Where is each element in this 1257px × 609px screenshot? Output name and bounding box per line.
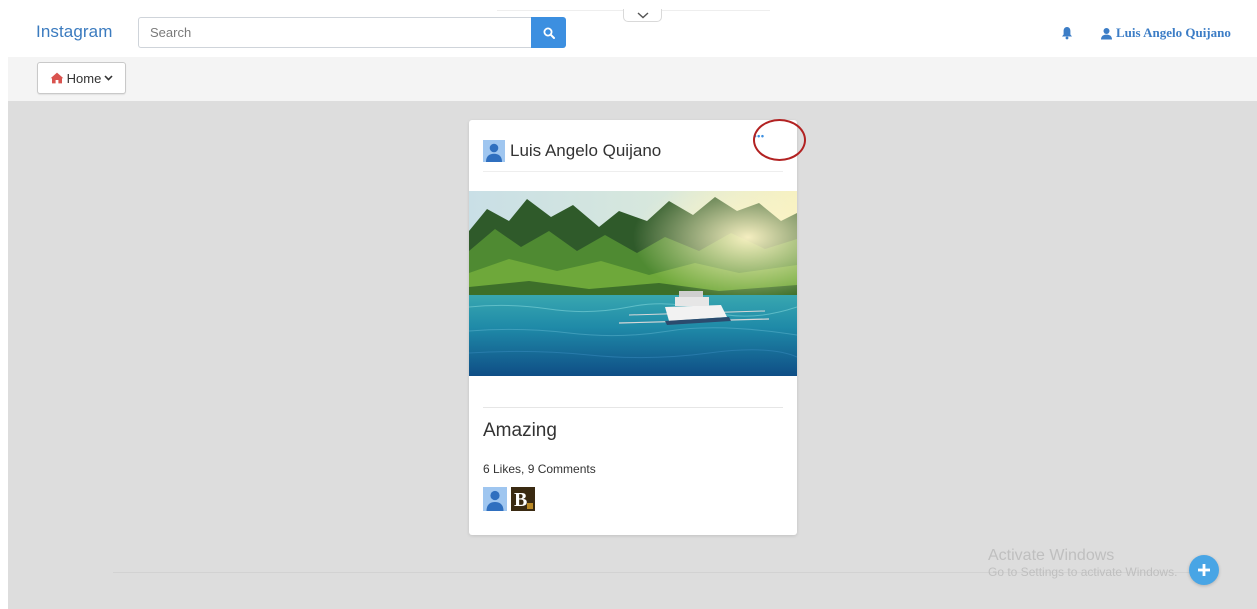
post-options-button[interactable]: •••: [749, 129, 769, 143]
liker-avatar[interactable]: [483, 487, 507, 511]
b-logo-avatar: B: [511, 487, 535, 511]
post-card: Luis Angelo Quijano ••• Amazing 6 Likes,…: [469, 120, 797, 535]
lagoon-with-boat-photo: [469, 191, 797, 376]
add-post-button[interactable]: [1189, 555, 1219, 585]
collapse-toggle[interactable]: [623, 9, 662, 22]
search-input[interactable]: [138, 17, 531, 48]
home-dropdown-button[interactable]: Home: [37, 62, 126, 94]
post-divider: [483, 407, 783, 408]
author-avatar[interactable]: [483, 140, 505, 162]
search-icon: [543, 27, 555, 39]
sub-navbar: Home: [8, 57, 1257, 101]
activation-watermark: Activate Windows Go to Settings to activ…: [988, 546, 1177, 580]
plus-icon: [1198, 564, 1210, 576]
bell-icon: [1062, 27, 1072, 40]
search-bar: [138, 17, 566, 48]
post-header-divider: [483, 171, 783, 172]
post-stats[interactable]: 6 Likes, 9 Comments: [483, 462, 596, 476]
user-profile-link[interactable]: Luis Angelo Quijano: [1100, 25, 1231, 41]
top-navbar: Instagram Luis Angelo Quijano: [0, 0, 1257, 57]
user-avatar-icon: [486, 490, 504, 511]
post-author[interactable]: Luis Angelo Quijano: [510, 140, 661, 162]
watermark-title: Activate Windows: [988, 547, 1115, 564]
liker-avatar[interactable]: B: [511, 487, 535, 511]
home-label: Home: [66, 70, 102, 86]
user-avatar-icon: [486, 143, 502, 162]
likers-list: B: [483, 487, 535, 511]
user-icon: [1101, 27, 1112, 39]
chevron-down-icon: [104, 75, 113, 81]
post-photo[interactable]: [469, 191, 797, 376]
notifications-button[interactable]: [1061, 26, 1073, 40]
b-logo-letter: B: [514, 489, 527, 511]
watermark-subtitle: Go to Settings to activate Windows.: [988, 565, 1178, 579]
post-caption: Amazing: [483, 420, 557, 441]
chevron-down-icon: [637, 11, 648, 18]
search-button[interactable]: [531, 17, 566, 48]
brand-logo[interactable]: Instagram: [36, 22, 113, 42]
home-icon: [50, 72, 64, 84]
user-name: Luis Angelo Quijano: [1116, 25, 1231, 40]
